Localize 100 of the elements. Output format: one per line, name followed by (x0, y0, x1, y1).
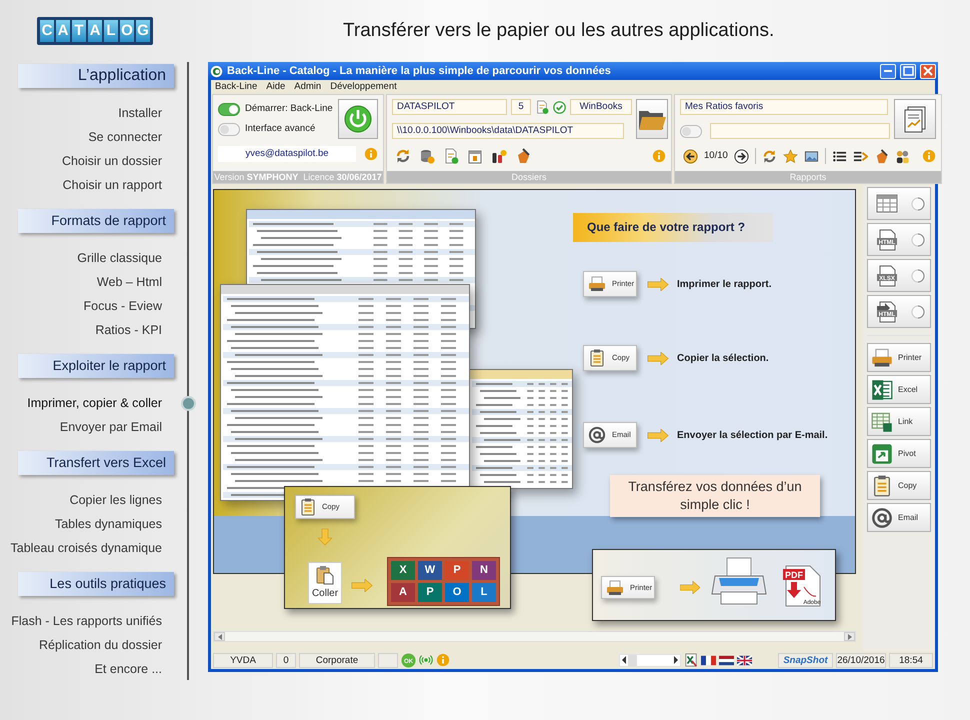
logo: C A T A L O G (37, 17, 153, 45)
page-counter: 10/10 (704, 148, 728, 163)
link-button[interactable]: Link (867, 407, 931, 436)
action-description: Imprimer le rapport. (677, 278, 772, 292)
table-icon (871, 410, 893, 432)
clipboard-icon (316, 565, 334, 585)
section-heading: L’application (18, 64, 174, 88)
next-icon[interactable] (734, 148, 749, 164)
picture-icon[interactable] (804, 148, 819, 164)
sidebar-link[interactable]: Ratios - KPI (95, 323, 162, 337)
sidebar-link[interactable]: Copier les lignes (70, 493, 162, 507)
printer-icon (588, 275, 606, 293)
app-tile: A (391, 583, 415, 602)
database-icon[interactable] (419, 148, 435, 164)
section-heading: Formats de rapport (18, 209, 174, 233)
email-field[interactable]: yves@dataspilot.be (218, 146, 356, 162)
version-info: Version SYMPHONY Licence 30/06/2017 (213, 171, 383, 183)
printer-icon (871, 346, 893, 368)
at-sign-icon (871, 506, 893, 528)
sidebar-link[interactable]: Choisir un rapport (62, 178, 162, 192)
refresh-icon[interactable] (395, 148, 411, 164)
radio-button[interactable] (911, 196, 925, 210)
report-button[interactable] (894, 99, 936, 139)
arrow-left-icon (216, 634, 222, 640)
copy-button[interactable]: Copy (867, 471, 931, 500)
document-add-icon[interactable] (535, 100, 549, 114)
sidebar-link[interactable]: Tables dynamiques (54, 517, 162, 531)
sidebar-link[interactable]: Imprimer, copier & coller (27, 396, 162, 410)
calendar-icon[interactable] (467, 148, 483, 164)
arrow-icon (647, 352, 669, 365)
favorites-field[interactable]: Mes Ratios favoris (680, 99, 888, 115)
printer-drawing (711, 556, 767, 606)
filter-field[interactable] (710, 123, 890, 139)
arrow-left-icon[interactable] (620, 655, 628, 665)
app-icon (210, 64, 223, 78)
section-heading: Les outils pratiques (18, 572, 174, 596)
spreadsheet-icon (871, 378, 893, 400)
sidebar-link[interactable]: Focus - Eview (84, 299, 162, 313)
menu-item[interactable]: Développement (330, 80, 397, 93)
app-tile: P (418, 583, 442, 602)
sidebar-link[interactable]: Choisir un dossier (62, 154, 162, 168)
star-icon[interactable] (782, 148, 798, 164)
sidebar-link[interactable]: Flash - Les rapports unifiés (11, 614, 162, 628)
email-button[interactable]: Email (867, 503, 931, 532)
app-tile: L (472, 583, 496, 602)
folder-button[interactable] (636, 99, 668, 139)
paste-button[interactable]: Coller (308, 562, 342, 604)
previous-icon[interactable] (683, 148, 698, 164)
menu-item[interactable]: Back-Line (215, 80, 258, 93)
toggle-label: Interface avancé (245, 122, 316, 136)
arrow-right-icon (846, 634, 852, 640)
sidebar-link[interactable]: Grille classique (77, 251, 162, 265)
menu-item[interactable]: Aide (266, 80, 286, 93)
printer-icon (606, 580, 624, 596)
maximize-button[interactable] (900, 64, 916, 78)
grid-format-button[interactable] (867, 187, 931, 220)
menu-item[interactable]: Admin (294, 80, 322, 93)
document-add-icon[interactable] (443, 148, 459, 164)
toggle-label: Démarrer: Back-Line (245, 102, 333, 116)
app-tile: N (472, 561, 496, 580)
radio-button[interactable] (911, 304, 925, 318)
pivot-button[interactable]: Pivot (867, 439, 931, 468)
sidebar-link[interactable]: Tableau croisés dynamique (10, 541, 162, 555)
sidebar-link[interactable]: Web – Html (96, 275, 162, 289)
toggle-switch[interactable] (680, 124, 702, 138)
people-icon[interactable] (894, 148, 910, 164)
database-field[interactable]: DATASPILOT (392, 99, 507, 115)
app-tile: O (445, 583, 469, 602)
clipboard-icon (871, 474, 893, 496)
power-button[interactable] (338, 99, 378, 139)
minimize-button[interactable] (880, 64, 896, 78)
clipboard-icon (588, 349, 606, 367)
radio-button[interactable] (911, 268, 925, 282)
horizontal-scrollbar[interactable] (213, 631, 856, 642)
bottles-icon[interactable] (491, 148, 507, 164)
path-field[interactable]: \\10.0.0.100\Winbooks\data\DATASPILOT (392, 123, 624, 139)
close-button[interactable] (920, 64, 936, 78)
report-icon (902, 105, 928, 133)
sidebar-link[interactable]: Envoyer par Email (60, 420, 162, 434)
arrow-right-icon[interactable] (672, 655, 680, 665)
printer-button[interactable]: Printer (867, 343, 931, 372)
sidebar-link[interactable]: Et encore ... (94, 662, 162, 676)
list-icon[interactable] (832, 148, 847, 164)
sidebar-link[interactable]: Réplication du dossier (39, 638, 162, 652)
count-value: 0 (276, 652, 296, 668)
radio-button[interactable] (911, 232, 925, 246)
slider-track[interactable] (619, 654, 681, 666)
section-banner: Que faire de votre rapport ? (573, 213, 773, 242)
table-icon (876, 194, 898, 214)
refresh-icon[interactable] (762, 148, 777, 164)
sidebar-link[interactable]: Installer (118, 106, 162, 120)
sidebar-link[interactable]: Se connecter (88, 130, 162, 144)
excel-file-icon[interactable] (684, 653, 698, 667)
arrow-icon (350, 579, 374, 592)
software-field[interactable]: WinBooks (570, 99, 632, 115)
flag-icon[interactable] (737, 652, 752, 668)
toggle-switch[interactable] (218, 122, 240, 136)
toggle-switch[interactable] (218, 102, 240, 116)
status-cell (378, 652, 398, 668)
excel-button[interactable]: Excel (867, 375, 931, 404)
